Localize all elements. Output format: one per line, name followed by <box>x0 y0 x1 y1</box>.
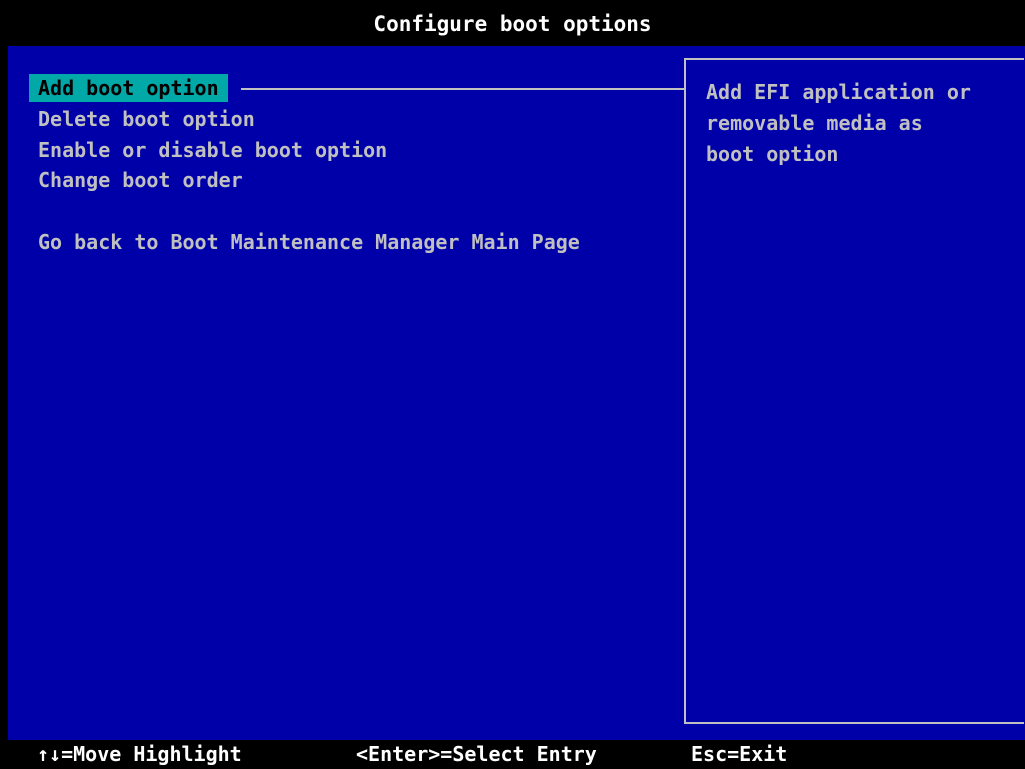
menu-item-change-boot-order[interactable]: Change boot order <box>29 166 252 194</box>
help-panel: Add EFI application or removable media a… <box>684 58 1024 724</box>
menu-item-enable-disable-boot-option[interactable]: Enable or disable boot option <box>29 136 396 164</box>
menu-item-add-boot-option[interactable]: Add boot option <box>29 74 228 102</box>
key-hint-bar: ↑↓=Move Highlight <Enter>=Select Entry E… <box>0 740 1025 769</box>
bios-screen: Configure boot options Add boot option D… <box>0 0 1025 769</box>
hint-select-entry: <Enter>=Select Entry <box>356 742 597 766</box>
menu-item-delete-boot-option[interactable]: Delete boot option <box>29 105 264 133</box>
page-title: Configure boot options <box>0 0 1025 46</box>
hint-exit: Esc=Exit <box>691 742 788 766</box>
help-text: Add EFI application or removable media a… <box>706 80 971 166</box>
menu-item-go-back-main-page[interactable]: Go back to Boot Maintenance Manager Main… <box>29 228 589 256</box>
main-panel: Add boot option Delete boot option Enabl… <box>8 46 1025 740</box>
selection-connector-line <box>241 88 685 90</box>
hint-move-highlight: ↑↓=Move Highlight <box>37 742 242 766</box>
